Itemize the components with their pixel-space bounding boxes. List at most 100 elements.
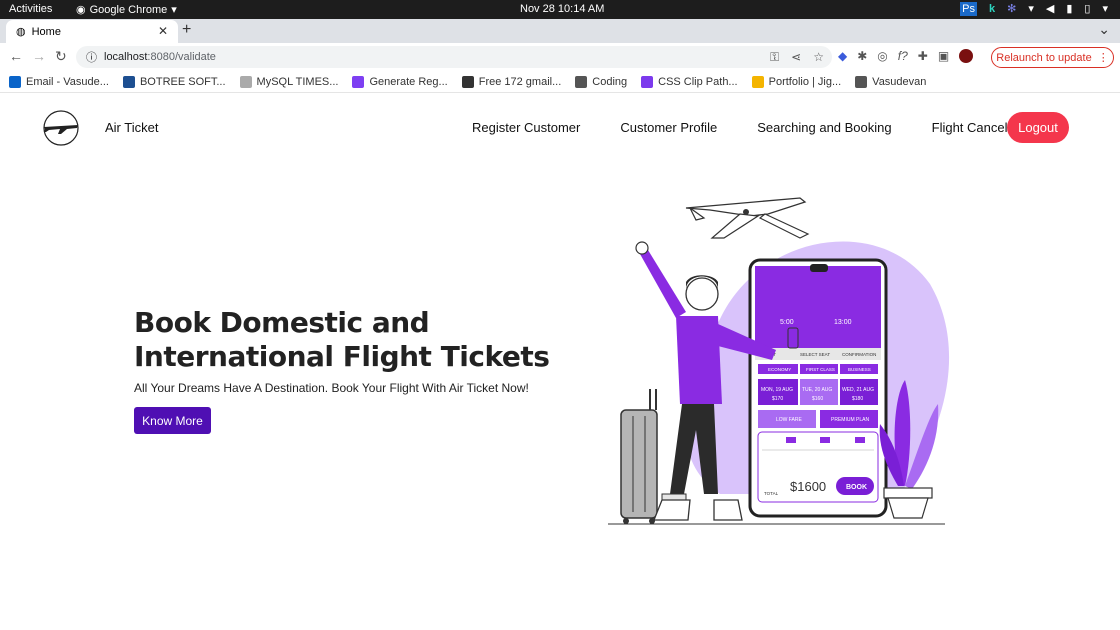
bolt-icon	[352, 75, 365, 88]
price-1: $170	[772, 396, 783, 402]
class-first: FIRST CLASS	[806, 367, 835, 372]
site-info-icon[interactable]: ⓘ	[86, 49, 97, 65]
new-tab-button[interactable]: +	[182, 21, 191, 39]
bookmark-label: Portfolio | Jig...	[768, 75, 842, 88]
bookmark-item[interactable]: BOTREE SOFT...	[122, 75, 226, 88]
bug-icon[interactable]: ✱	[857, 49, 867, 63]
plan-low: LOW FARE	[776, 417, 803, 423]
brand-name[interactable]: Air Ticket	[105, 120, 158, 135]
phone-book-button: BOOK	[846, 484, 867, 491]
bookmark-item[interactable]: Email - Vasude...	[9, 75, 109, 88]
w3-icon	[239, 75, 252, 88]
price-3: $180	[852, 396, 863, 402]
clock[interactable]: Nov 28 10:14 AM	[520, 3, 604, 15]
date-1: MON, 19 AUG	[761, 387, 793, 393]
logout-button[interactable]: Logout	[1007, 112, 1069, 143]
bookmark-label: BOTREE SOFT...	[139, 75, 226, 88]
bookmark-label: Free 172 gmail...	[478, 75, 562, 88]
chart-icon	[751, 75, 764, 88]
app-name: Google Chrome	[89, 3, 168, 16]
system-tray[interactable]: Ps k ✻ ▾ ◀ ▮ ▯ ▾	[960, 2, 1108, 16]
volume-icon[interactable]: ◀	[1046, 2, 1054, 16]
forward-icon[interactable]: →	[32, 48, 46, 64]
star-icon[interactable]: ☆	[813, 50, 824, 65]
app-tray-icon[interactable]: Ps	[960, 2, 977, 16]
side-panel-icon[interactable]: ▣	[938, 49, 949, 63]
total-price: $1600	[790, 479, 826, 494]
bookmark-item[interactable]: Free 172 gmail...	[461, 75, 562, 88]
relaunch-label: Relaunch to update	[996, 51, 1092, 64]
nav-register-customer[interactable]: Register Customer	[472, 120, 580, 135]
bookmark-label: Coding	[592, 75, 628, 88]
globe-icon: ◍	[16, 26, 26, 38]
browser-toolbar: ← → ↻ ⓘ localhost:8080/validate ⚿ ⋖ ☆ ◆ …	[0, 43, 1120, 71]
chrome-icon: ◉	[76, 4, 86, 16]
class-business: BUSINESS	[848, 367, 871, 372]
profile-avatar[interactable]	[959, 49, 974, 63]
key-icon[interactable]: ⚿	[770, 50, 779, 65]
date-3: WED, 21 AUG	[842, 387, 874, 393]
extension-icon[interactable]: ◆	[838, 49, 847, 63]
bookmark-label: Vasudevan	[872, 75, 927, 88]
date-2: TUE, 20 AUG	[802, 387, 832, 393]
teams-tray-icon[interactable]: ✻	[1007, 2, 1016, 16]
os-top-bar: Activities ◉ Google Chrome ▾ Nov 28 10:1…	[0, 0, 1120, 19]
url-path: :8080/validate	[147, 51, 216, 63]
airplane-logo-icon[interactable]	[41, 110, 81, 146]
mic-icon[interactable]: ▮	[1066, 2, 1072, 16]
address-bar[interactable]: ⓘ localhost:8080/validate ⚿ ⋖ ☆	[76, 46, 832, 68]
bookmark-item[interactable]: Portfolio | Jig...	[751, 75, 842, 88]
bookmark-item[interactable]: Coding	[575, 75, 628, 88]
reload-icon[interactable]: ↻	[55, 48, 67, 65]
nav-searching-booking[interactable]: Searching and Booking	[757, 120, 891, 135]
share-icon[interactable]: ⋖	[791, 50, 801, 65]
hexagon-icon	[641, 75, 654, 88]
close-icon[interactable]: ✕	[158, 24, 168, 38]
puzzle-icon[interactable]: ✚	[918, 49, 928, 63]
nav-customer-profile[interactable]: Customer Profile	[620, 120, 717, 135]
wifi-icon[interactable]: ▾	[1028, 2, 1034, 16]
kebab-menu-icon: ⋮	[1097, 52, 1109, 64]
bookmark-item[interactable]: Generate Reg...	[352, 75, 448, 88]
total-label: TOTAL	[764, 491, 779, 496]
tab-title: Home	[31, 25, 61, 38]
know-more-button[interactable]: Know More	[134, 407, 211, 434]
bookmark-label: Generate Reg...	[369, 75, 448, 88]
bookmarks-bar: Email - Vasude... BOTREE SOFT... MySQL TIM…	[0, 71, 1120, 93]
hero-subtitle: All Your Dreams Have A Destination. Book…	[134, 381, 529, 395]
arrive-time: 13:00	[834, 319, 852, 326]
suitcase-icon	[620, 389, 658, 524]
web-page: Air Ticket Register Customer Customer Pr…	[0, 94, 1120, 630]
bookmark-item[interactable]: MySQL TIMES...	[239, 75, 338, 88]
outlook-icon	[9, 75, 21, 88]
bookmark-label: Email - Vasude...	[26, 75, 109, 88]
back-icon[interactable]: ←	[9, 48, 23, 64]
depart-time: 5:00	[780, 319, 794, 326]
tab-home[interactable]: ◍ Home ✕	[6, 20, 178, 43]
d-icon	[122, 75, 135, 88]
chevron-down-icon: ▾	[171, 4, 177, 16]
main-nav: Register Customer Customer Profile Searc…	[472, 120, 1039, 135]
relaunch-button[interactable]: Relaunch to update ⋮	[991, 47, 1114, 68]
tab-strip: ◍ Home ✕ + ⌄	[0, 19, 1120, 43]
url-host: localhost	[104, 51, 148, 63]
battery-icon[interactable]: ▯	[1084, 2, 1090, 16]
price-2: $160	[812, 396, 823, 402]
bookmark-item[interactable]: CSS Clip Path...	[641, 75, 738, 88]
folder-icon	[575, 75, 588, 88]
extensions-area: ◆ ✱ ◎ f? ✚ ▣	[838, 49, 974, 63]
tab-confirm-label: CONFIRMATION	[842, 352, 876, 357]
fonts-icon[interactable]: f?	[898, 49, 908, 63]
compass-icon[interactable]: ◎	[877, 49, 887, 63]
k-tray-icon[interactable]: k	[989, 2, 995, 16]
plan-premium: PREMIUM PLAN	[831, 417, 869, 423]
tab-search-icon[interactable]: ⌄	[1098, 21, 1110, 38]
hero-title: Book Domestic and International Flight T…	[134, 306, 550, 373]
flight-booking-illustration: 5:00 13:00 FLIGHT SELECT SEAT CONFIRMATI…	[608, 197, 950, 525]
globe-icon	[855, 75, 868, 88]
bookmark-item[interactable]: Vasudevan	[855, 75, 927, 88]
activities-button[interactable]: Activities	[9, 3, 52, 15]
app-menu[interactable]: ◉ Google Chrome ▾	[76, 3, 177, 17]
airplane-icon	[685, 197, 810, 239]
power-menu-icon[interactable]: ▾	[1102, 2, 1108, 16]
